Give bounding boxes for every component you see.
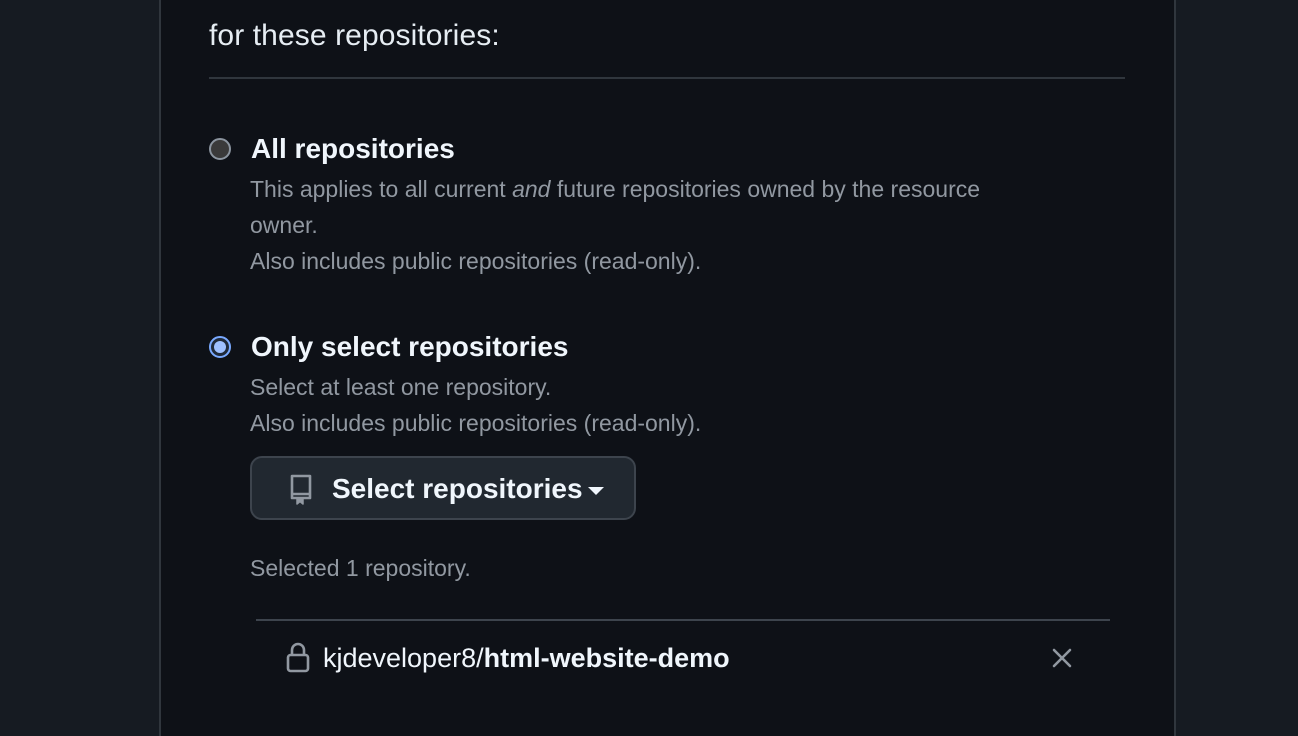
all-repositories-note: Also includes public repositories (read-… [250, 248, 702, 274]
section-divider [209, 77, 1125, 79]
select-repositories-button[interactable]: Select repositories [250, 456, 636, 520]
section-heading: for these repositories: [209, 19, 500, 52]
only-select-repositories-radio[interactable] [209, 336, 231, 358]
all-repositories-radio[interactable] [209, 138, 231, 160]
all-repositories-label[interactable]: All repositories [251, 133, 455, 165]
all-repositories-description: This applies to all current and future r… [250, 171, 980, 207]
repo-full-name: kjdeveloper8/html-website-demo [323, 643, 730, 674]
selected-repo-item: kjdeveloper8/html-website-demo [256, 621, 1110, 697]
close-icon[interactable] [1050, 646, 1074, 670]
only-select-repositories-label[interactable]: Only select repositories [251, 331, 568, 363]
select-repositories-label: Select repositories [332, 473, 583, 504]
repo-name: html-website-demo [483, 643, 730, 673]
all-repositories-description-line2: owner. [250, 212, 318, 238]
repo-owner: kjdeveloper8/ [323, 643, 484, 673]
description-text: future repositories owned by the resourc… [550, 176, 981, 202]
lock-icon [286, 642, 310, 673]
only-select-description: Select at least one repository. [250, 374, 552, 400]
chevron-down-icon [588, 487, 604, 495]
only-select-note: Also includes public repositories (read-… [250, 410, 702, 436]
selected-count-text: Selected 1 repository. [250, 555, 471, 581]
repo-icon [290, 474, 312, 505]
description-text: This applies to all current [250, 176, 513, 202]
repository-access-panel: for these repositories: All repositories… [159, 0, 1176, 736]
description-emphasis: and [512, 176, 551, 202]
